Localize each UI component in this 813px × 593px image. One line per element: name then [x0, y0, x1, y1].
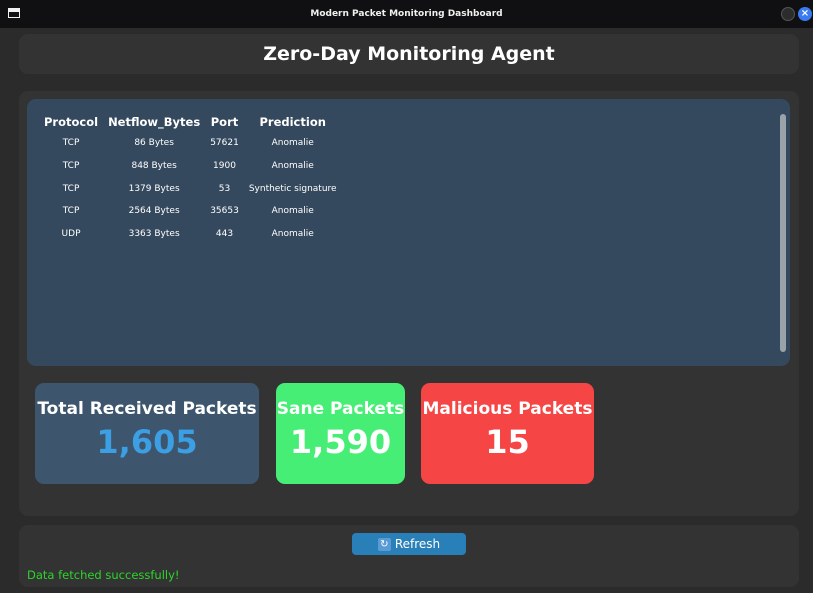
- page-title: Zero-Day Monitoring Agent: [263, 43, 555, 65]
- cell-port: 57621: [210, 138, 239, 149]
- refresh-button[interactable]: ↻ Refresh: [352, 533, 466, 555]
- close-icon: ×: [800, 8, 810, 19]
- total-packets-label: Total Received Packets: [37, 399, 257, 419]
- title-bar: Modern Packet Monitoring Dashboard ×: [0, 0, 813, 28]
- cell-prediction: Anomalie: [271, 206, 314, 217]
- cell-netflow-bytes: 2564 Bytes: [128, 206, 180, 217]
- table-row[interactable]: UDP 3363 Bytes 443 Anomalie: [39, 223, 342, 246]
- cell-netflow-bytes: 848 Bytes: [131, 161, 177, 172]
- footer-panel: ↻ Refresh Data fetched successfully!: [19, 525, 799, 587]
- malicious-packets-label: Malicious Packets: [422, 399, 593, 419]
- sane-packets-card: Sane Packets 1,590: [276, 383, 405, 484]
- cell-protocol: TCP: [62, 183, 80, 194]
- column-header-prediction[interactable]: Prediction: [244, 111, 342, 132]
- cell-protocol: TCP: [62, 161, 80, 172]
- refresh-label: Refresh: [394, 537, 441, 551]
- cell-netflow-bytes: 3363 Bytes: [128, 229, 180, 240]
- table-row[interactable]: TCP 2564 Bytes 35653 Anomalie: [39, 200, 342, 223]
- cell-prediction: Synthetic signature: [248, 183, 337, 194]
- refresh-icon: ↻: [377, 537, 391, 551]
- close-button[interactable]: ×: [798, 7, 812, 21]
- table-scrollbar[interactable]: [780, 114, 786, 352]
- cell-netflow-bytes: 86 Bytes: [134, 138, 174, 149]
- cell-netflow-bytes: 1379 Bytes: [128, 183, 180, 194]
- total-packets-card: Total Received Packets 1,605: [35, 383, 259, 484]
- sane-packets-label: Sane Packets: [276, 399, 405, 419]
- column-header-netflow-bytes[interactable]: Netflow_Bytes: [103, 111, 205, 132]
- cell-port: 443: [215, 229, 234, 240]
- cell-protocol: TCP: [62, 206, 80, 217]
- status-message: Data fetched successfully!: [27, 568, 180, 582]
- header-panel: Zero-Day Monitoring Agent: [19, 34, 799, 74]
- column-header-protocol[interactable]: Protocol: [39, 111, 103, 132]
- sane-packets-value: 1,590: [289, 423, 392, 461]
- malicious-packets-card: Malicious Packets 15: [421, 383, 594, 484]
- cell-prediction: Anomalie: [271, 229, 314, 240]
- packet-table: Protocol Netflow_Bytes Port Prediction T…: [39, 111, 342, 245]
- cell-port: 1900: [213, 161, 236, 172]
- table-row[interactable]: TCP 848 Bytes 1900 Anomalie: [39, 155, 342, 178]
- total-packets-value: 1,605: [96, 423, 198, 461]
- column-header-port[interactable]: Port: [205, 111, 244, 132]
- malicious-packets-value: 15: [485, 423, 530, 461]
- cell-protocol: TCP: [62, 138, 80, 149]
- table-header-row: Protocol Netflow_Bytes Port Prediction: [39, 111, 342, 132]
- cell-protocol: UDP: [61, 229, 81, 240]
- table-row[interactable]: TCP 86 Bytes 57621 Anomalie: [39, 132, 342, 155]
- cell-prediction: Anomalie: [271, 138, 314, 149]
- cell-port: 35653: [210, 206, 239, 217]
- packet-table-container: Protocol Netflow_Bytes Port Prediction T…: [27, 99, 790, 366]
- table-row[interactable]: TCP 1379 Bytes 53 Synthetic signature: [39, 177, 342, 200]
- window-title: Modern Packet Monitoring Dashboard: [310, 9, 503, 19]
- minimize-button[interactable]: [781, 7, 795, 21]
- cell-prediction: Anomalie: [271, 161, 314, 172]
- cell-port: 53: [218, 183, 231, 194]
